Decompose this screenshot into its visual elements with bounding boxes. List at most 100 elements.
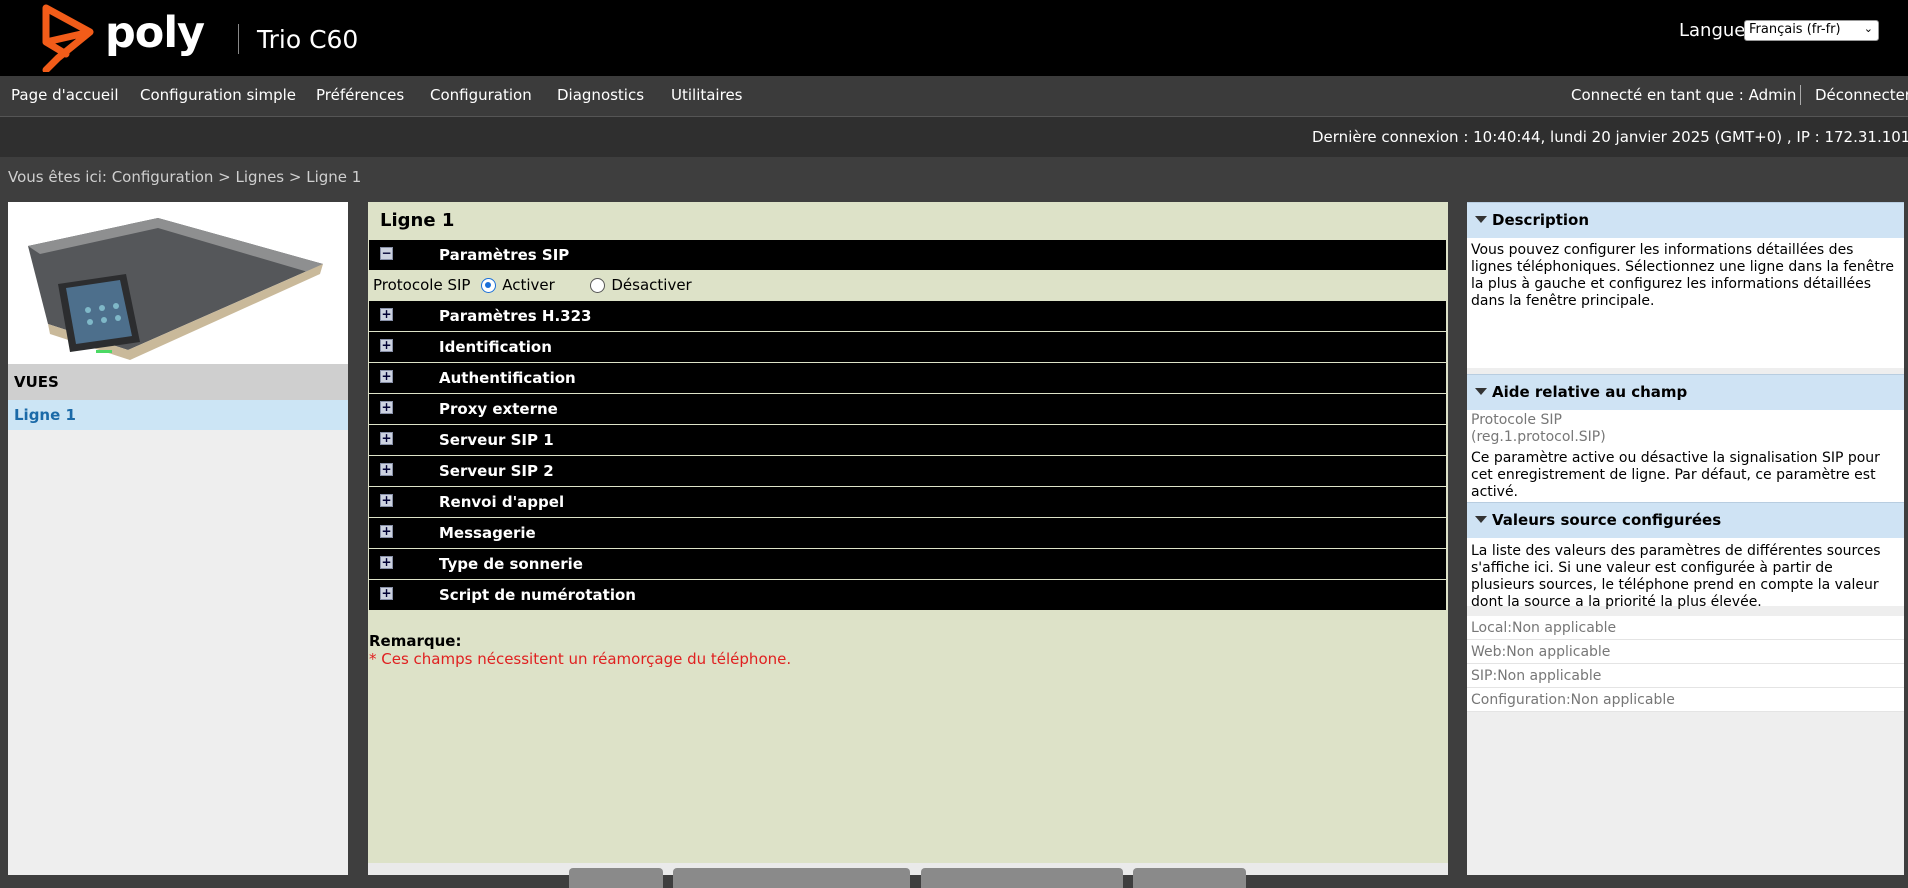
field-help-text: Ce paramètre active ou désactive la sign… (1471, 450, 1880, 500)
section-label: Script de numérotation (439, 586, 636, 604)
source-label: Local: (1471, 620, 1513, 636)
language-label: Langue (1679, 20, 1746, 41)
source-value: Non applicable (1570, 692, 1675, 708)
source-row-web: Web:Non applicable (1467, 640, 1904, 664)
source-label: SIP: (1471, 668, 1498, 684)
expand-icon[interactable]: + (380, 370, 393, 383)
section-outbound-proxy[interactable]: + Proxy externe (369, 394, 1446, 424)
field-help-header[interactable]: Aide relative au champ (1467, 374, 1904, 410)
expand-icon[interactable]: + (380, 587, 393, 600)
remark-block: Remarque: * Ces champs nécessitent un ré… (369, 632, 791, 668)
expand-icon[interactable]: + (380, 556, 393, 569)
top-header: poly Trio C60 Langue Français (fr-fr) ⌄ (0, 0, 1908, 76)
collapse-triangle-icon (1475, 516, 1487, 523)
section-authentication[interactable]: + Authentification (369, 363, 1446, 393)
section-label: Renvoi d'appel (439, 493, 565, 511)
collapse-icon[interactable]: − (380, 247, 393, 260)
section-label: Messagerie (439, 524, 536, 542)
logout-link[interactable]: Déconnecter (1815, 86, 1908, 104)
description-text: Vous pouvez configurer les informations … (1471, 242, 1894, 309)
last-login-text: Dernière connexion : 10:40:44, lundi 20 … (1312, 128, 1908, 146)
language-select-value: Français (fr-fr) (1749, 22, 1841, 37)
section-label: Type de sonnerie (439, 555, 583, 573)
product-name: Trio C60 (257, 25, 359, 54)
view-item-line-1[interactable]: Ligne 1 (8, 400, 348, 430)
sip-disable-label[interactable]: Désactiver (611, 276, 691, 294)
sources-text: La liste des valeurs des paramètres de d… (1471, 543, 1881, 610)
expand-icon[interactable]: + (380, 494, 393, 507)
language-select[interactable]: Français (fr-fr) ⌄ (1744, 20, 1879, 41)
collapse-triangle-icon (1475, 216, 1487, 223)
chevron-down-icon: ⌄ (1863, 22, 1873, 35)
section-call-forward[interactable]: + Renvoi d'appel (369, 487, 1446, 517)
field-help-title: Aide relative au champ (1492, 383, 1688, 401)
section-sip-server-1[interactable]: + Serveur SIP 1 (369, 425, 1446, 455)
action-button-3[interactable] (921, 868, 1123, 888)
description-title: Description (1492, 211, 1590, 229)
expand-icon[interactable]: + (380, 401, 393, 414)
sip-disable-radio[interactable] (590, 278, 606, 293)
remark-text: * Ces champs nécessitent un réamorçage d… (369, 650, 792, 668)
expand-icon[interactable]: + (380, 525, 393, 538)
source-value: Non applicable (1497, 668, 1602, 684)
last-login-bar: Dernière connexion : 10:40:44, lundi 20 … (0, 116, 1908, 157)
nav-diagnostics[interactable]: Diagnostics (557, 86, 644, 104)
section-label: Serveur SIP 1 (439, 431, 554, 449)
action-button-2[interactable] (673, 868, 910, 888)
action-button-1[interactable] (569, 868, 663, 888)
action-button-4[interactable] (1133, 868, 1246, 888)
sip-enable-label[interactable]: Activer (502, 276, 555, 294)
section-voicemail[interactable]: + Messagerie (369, 518, 1446, 548)
field-help-name: Protocole SIP (1471, 412, 1562, 428)
main-content: Ligne 1 − Paramètres SIP Protocole SIP A… (368, 202, 1448, 888)
sources-title: Valeurs source configurées (1492, 511, 1722, 529)
sources-header[interactable]: Valeurs source configurées (1467, 502, 1904, 538)
page-title: Ligne 1 (380, 210, 455, 231)
help-panel: Description Vous pouvez configurer les i… (1467, 202, 1904, 875)
section-label: Serveur SIP 2 (439, 462, 554, 480)
main-nav: Page d'accueil Configuration simple Préf… (0, 76, 1908, 116)
section-label: Paramètres H.323 (439, 307, 592, 325)
section-h323-params[interactable]: + Paramètres H.323 (369, 301, 1446, 331)
nav-home[interactable]: Page d'accueil (11, 86, 118, 104)
breadcrumb: Vous êtes ici: Configuration > Lignes > … (8, 168, 362, 186)
field-help-param: (reg.1.protocol.SIP) (1471, 429, 1606, 445)
section-dial-plan[interactable]: + Script de numérotation (369, 580, 1446, 610)
expand-icon[interactable]: + (380, 432, 393, 445)
poly-logo-icon (42, 4, 94, 72)
nav-simple-setup[interactable]: Configuration simple (140, 86, 296, 104)
source-row-local: Local:Non applicable (1467, 616, 1904, 640)
brand-name: poly (105, 8, 205, 58)
description-header[interactable]: Description (1467, 202, 1904, 238)
source-value: Non applicable (1506, 644, 1611, 660)
expand-icon[interactable]: + (380, 339, 393, 352)
section-label: Authentification (439, 369, 576, 387)
source-label: Configuration: (1471, 692, 1571, 708)
expand-icon[interactable]: + (380, 463, 393, 476)
sip-protocol-row: Protocole SIP Activer Désactiver (373, 276, 692, 294)
section-identification[interactable]: + Identification (369, 332, 1446, 362)
section-sip-server-2[interactable]: + Serveur SIP 2 (369, 456, 1446, 486)
source-value: Non applicable (1512, 620, 1617, 636)
nav-utilities[interactable]: Utilitaires (671, 86, 742, 104)
source-row-sip: SIP:Non applicable (1467, 664, 1904, 688)
section-ring-type[interactable]: + Type de sonnerie (369, 549, 1446, 579)
expand-icon[interactable]: + (380, 308, 393, 321)
left-panel: VUES Ligne 1 (8, 202, 348, 875)
conference-phone-icon (28, 218, 323, 360)
source-label: Web: (1471, 644, 1507, 660)
section-label: Identification (439, 338, 552, 356)
collapse-triangle-icon (1475, 388, 1487, 395)
section-sip-params[interactable]: − Paramètres SIP (369, 240, 1446, 270)
sip-protocol-label: Protocole SIP (373, 276, 471, 294)
nav-preferences[interactable]: Préférences (316, 86, 404, 104)
section-label: Proxy externe (439, 400, 558, 418)
device-image (8, 202, 348, 364)
sip-enable-radio[interactable] (481, 278, 497, 293)
nav-settings[interactable]: Configuration (430, 86, 532, 104)
header-divider (238, 24, 239, 54)
source-row-configuration: Configuration:Non applicable (1467, 688, 1904, 712)
remark-title: Remarque: (369, 632, 462, 650)
section-label: Paramètres SIP (439, 246, 570, 264)
nav-divider (1800, 85, 1801, 105)
